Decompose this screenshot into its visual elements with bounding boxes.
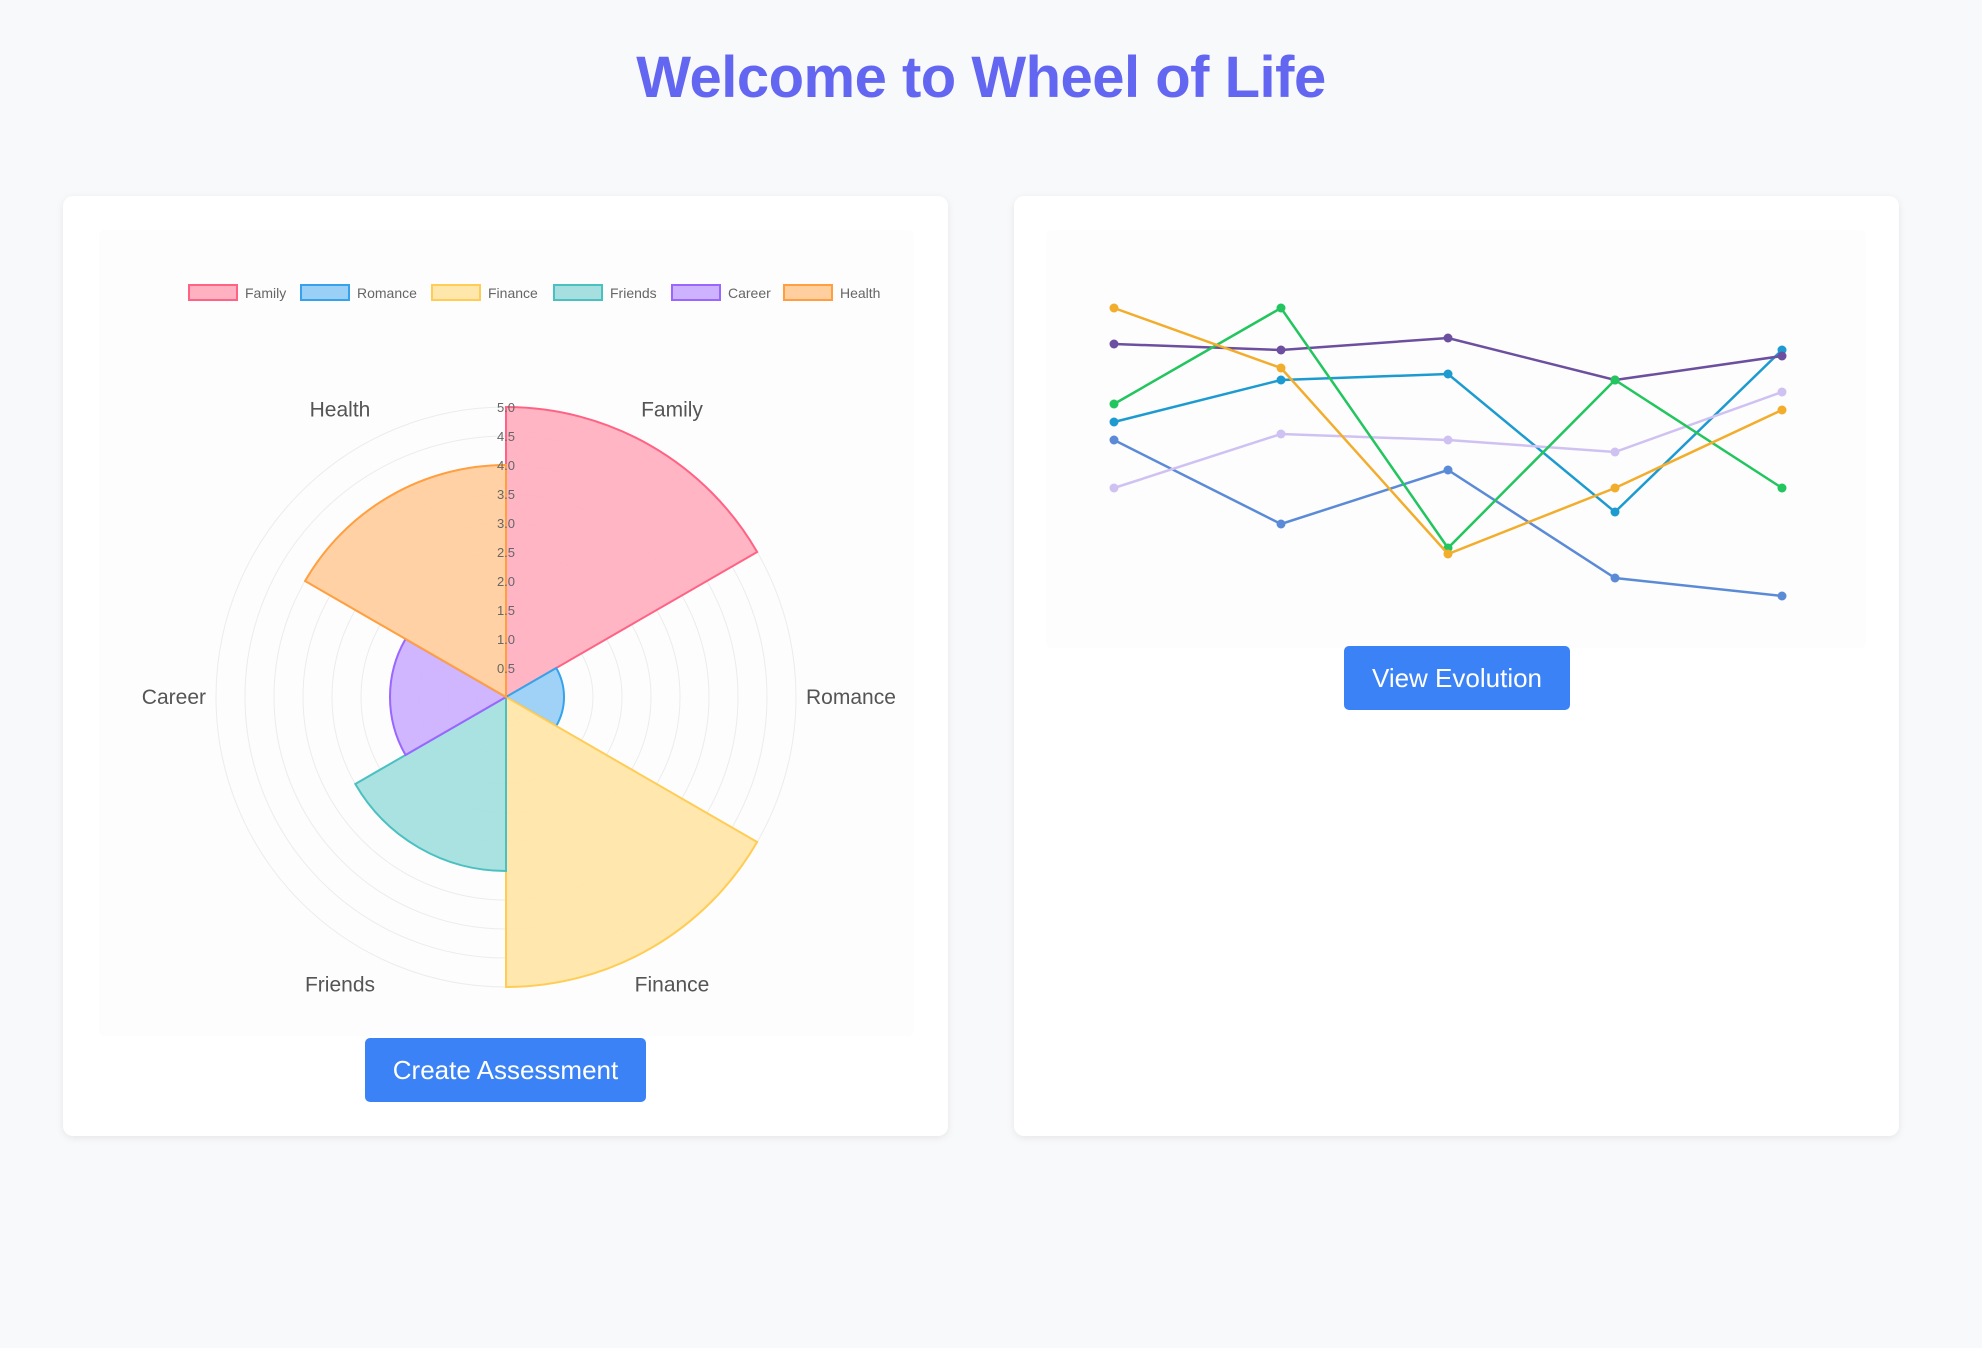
series-point[interactable] [1443,333,1453,343]
series-point[interactable] [1276,375,1286,385]
series-point[interactable] [1610,573,1620,583]
angle-label-health: Health [310,398,371,421]
legend-swatch-health [783,284,833,301]
radial-tick-label: 2.0 [497,574,515,589]
series-point[interactable] [1443,369,1453,379]
series-point[interactable] [1610,483,1620,493]
evolution-chart-area [1046,230,1866,648]
series-point[interactable] [1109,303,1119,313]
series-point[interactable] [1443,465,1453,475]
evolution-card: View Evolution [1014,196,1899,1136]
series-point[interactable] [1443,549,1453,559]
series-point[interactable] [1777,483,1787,493]
legend-label-romance: Romance [357,285,417,301]
series-point[interactable] [1610,507,1620,517]
legend-item-career[interactable]: Career [671,284,771,301]
radial-tick-label: 1.5 [497,603,515,618]
radial-tick-label: 3.0 [497,516,515,531]
series-point[interactable] [1610,375,1620,385]
series-line [1113,306,1783,556]
radial-tick-label: 4.0 [497,458,515,473]
angle-label-friends: Friends [305,974,375,997]
series-point[interactable] [1276,363,1286,373]
series-point[interactable] [1443,435,1453,445]
wheel-card: Family Romance Finance Friends Career Health 0… [63,196,948,1136]
legend-label-friends: Friends [610,285,657,301]
radial-tick-label: 4.5 [497,429,515,444]
series-point[interactable] [1109,399,1119,409]
angle-label-finance: Finance [635,974,710,997]
sector-finance[interactable] [505,695,759,989]
legend-label-career: Career [728,285,771,301]
radial-tick-label: 2.5 [497,545,515,560]
polar-sectors [303,405,759,989]
series-point[interactable] [1109,339,1119,349]
radial-tick-label: 0.5 [497,661,515,676]
legend-label-family: Family [245,285,286,301]
line-series-group [1109,303,1787,601]
series-point[interactable] [1276,303,1286,313]
legend-item-friends[interactable]: Friends [553,284,657,301]
polar-legend: Family Romance Finance Friends Career Health [188,284,880,301]
line-series-3 [1109,435,1787,601]
wheel-chart-area: Family Romance Finance Friends Career Health 0… [99,230,914,1036]
series-point[interactable] [1610,447,1620,457]
view-evolution-button[interactable]: View Evolution [1344,646,1570,710]
legend-item-health[interactable]: Health [783,284,880,301]
series-point[interactable] [1777,351,1787,361]
series-point[interactable] [1777,591,1787,601]
series-point[interactable] [1276,519,1286,529]
series-point[interactable] [1109,417,1119,427]
series-point[interactable] [1777,387,1787,397]
evolution-line-chart [1109,303,1787,601]
legend-label-finance: Finance [488,285,538,301]
series-point[interactable] [1777,405,1787,415]
legend-swatch-finance [431,284,481,301]
legend-swatch-friends [553,284,603,301]
legend-swatch-romance [300,284,350,301]
legend-item-finance[interactable]: Finance [431,284,538,301]
radial-tick-label: 5.0 [497,400,515,415]
legend-swatch-career [671,284,721,301]
create-assessment-button[interactable]: Create Assessment [365,1038,646,1102]
angle-label-romance: Romance [806,686,896,709]
page-title: Welcome to Wheel of Life [636,45,1326,110]
radial-tick-label: 1.0 [497,632,515,647]
angle-label-career: Career [142,686,206,709]
angle-label-family: Family [641,398,703,421]
line-series-4 [1109,387,1787,493]
radial-tick-label: 3.5 [497,487,515,502]
legend-label-health: Health [840,285,880,301]
legend-swatch-family [188,284,238,301]
legend-item-romance[interactable]: Romance [300,284,417,301]
series-point[interactable] [1276,345,1286,355]
series-point[interactable] [1109,483,1119,493]
wheel-of-life-polar-chart: Family Romance Finance Friends Career Health 0… [142,284,896,997]
series-point[interactable] [1109,435,1119,445]
series-point[interactable] [1276,429,1286,439]
legend-item-family[interactable]: Family [188,284,286,301]
sector-family[interactable] [505,405,759,699]
series-line [1113,438,1783,598]
